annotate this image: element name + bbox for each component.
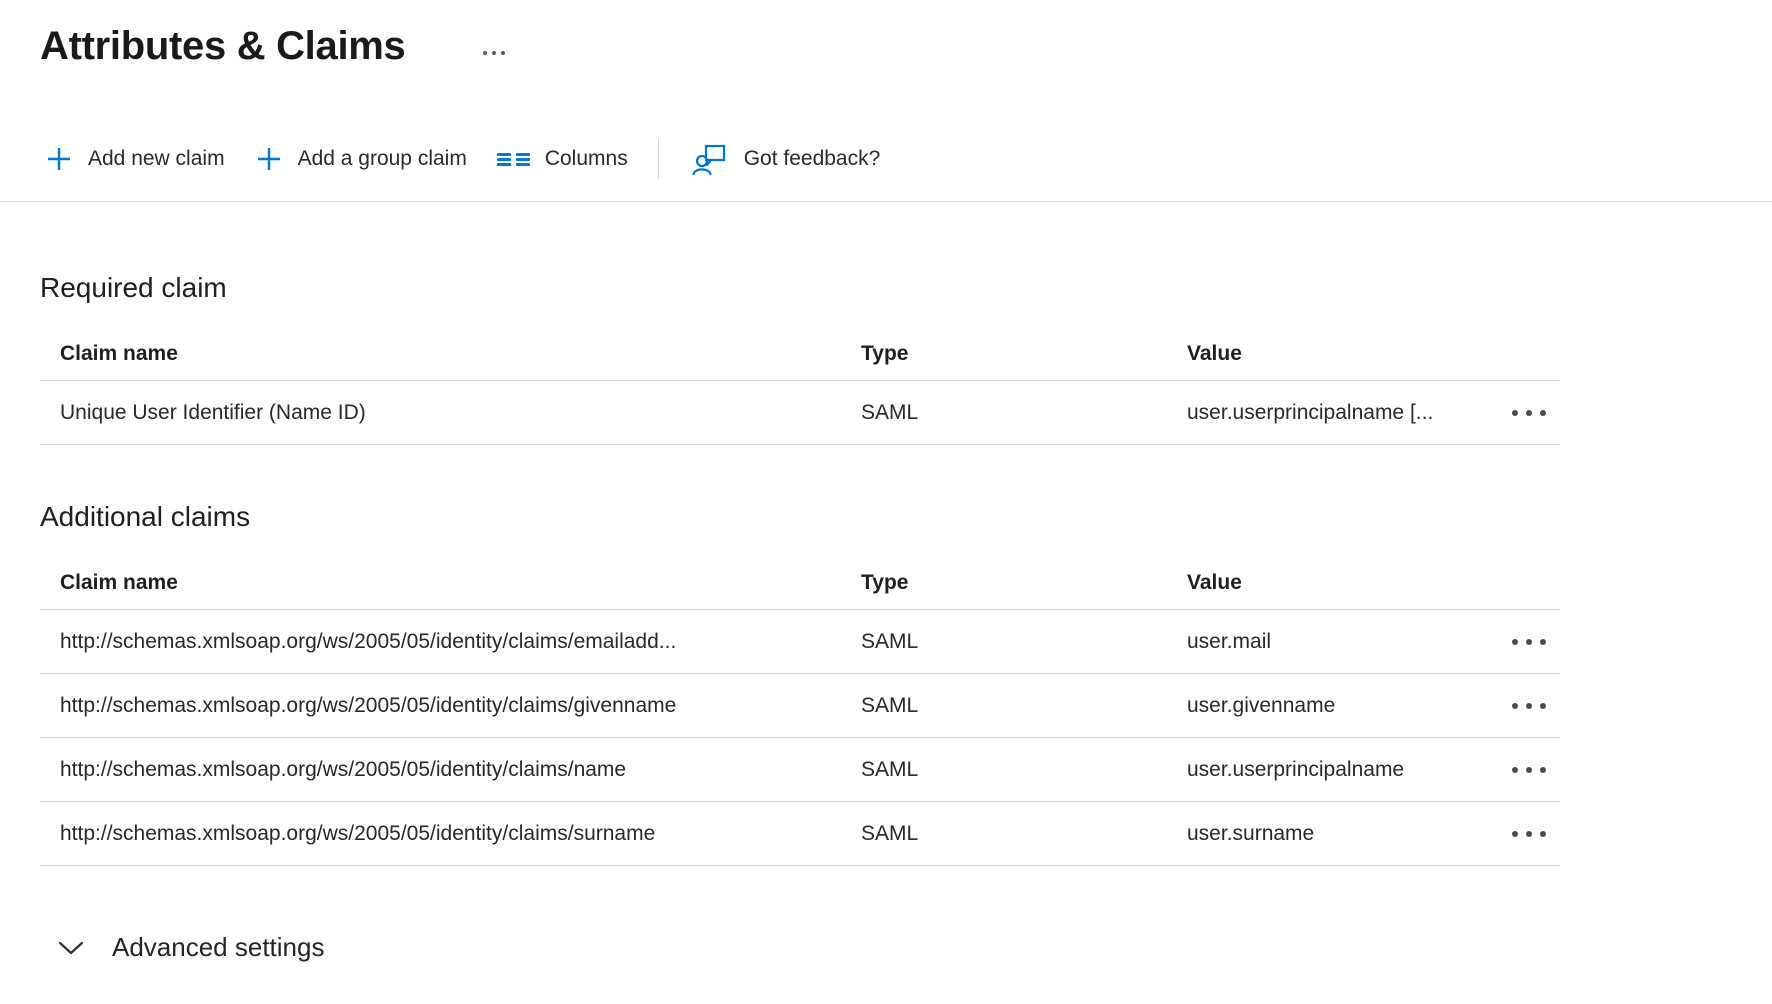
claim-name-cell: http://schemas.xmlsoap.org/ws/2005/05/id… xyxy=(40,694,861,718)
table-header-row: Claim name Type Value xyxy=(40,328,1560,381)
row-menu-button[interactable] xyxy=(1508,697,1550,715)
columns-button[interactable]: Columns xyxy=(497,147,628,171)
got-feedback-button[interactable]: Got feedback? xyxy=(689,139,881,179)
advanced-settings-toggle[interactable]: Advanced settings xyxy=(58,932,1772,963)
more-options-icon xyxy=(501,51,505,55)
required-claims-table: Claim name Type Value Unique User Identi… xyxy=(40,328,1560,445)
ellipsis-icon xyxy=(1512,767,1518,773)
claim-type-cell: SAML xyxy=(861,401,1187,425)
claim-type-cell: SAML xyxy=(861,630,1187,654)
row-menu-button[interactable] xyxy=(1508,633,1550,651)
table-row[interactable]: Unique User Identifier (Name ID) SAML us… xyxy=(40,381,1560,445)
feedback-person-icon xyxy=(689,139,729,179)
ellipsis-icon xyxy=(1512,831,1518,837)
column-header-claim-name: Claim name xyxy=(40,342,861,366)
claim-type-cell: SAML xyxy=(861,694,1187,718)
claim-value-cell: user.mail xyxy=(1187,630,1500,654)
claim-value-cell: user.givenname xyxy=(1187,694,1500,718)
add-new-claim-button[interactable]: Add new claim xyxy=(45,145,225,173)
columns-label: Columns xyxy=(545,147,628,171)
advanced-settings-label: Advanced settings xyxy=(112,932,324,963)
columns-icon xyxy=(497,153,530,166)
more-options-icon xyxy=(492,51,496,55)
ellipsis-icon xyxy=(1512,410,1518,416)
row-menu-button[interactable] xyxy=(1508,761,1550,779)
page-title: Attributes & Claims xyxy=(40,18,405,74)
claim-name-cell: http://schemas.xmlsoap.org/ws/2005/05/id… xyxy=(40,822,861,846)
add-group-claim-label: Add a group claim xyxy=(298,147,467,171)
claim-name-cell: http://schemas.xmlsoap.org/ws/2005/05/id… xyxy=(40,630,861,654)
row-menu-button[interactable] xyxy=(1508,404,1550,422)
claim-name-cell: Unique User Identifier (Name ID) xyxy=(40,401,861,425)
plus-icon xyxy=(255,145,283,173)
more-options-button[interactable] xyxy=(479,47,509,59)
plus-icon xyxy=(45,145,73,173)
additional-claims-table: Claim name Type Value http://schemas.xml… xyxy=(40,557,1560,866)
toolbar-divider xyxy=(658,139,659,179)
claim-type-cell: SAML xyxy=(861,758,1187,782)
column-header-value: Value xyxy=(1187,342,1500,366)
ellipsis-icon xyxy=(1512,703,1518,709)
column-header-type: Type xyxy=(861,571,1187,595)
claim-type-cell: SAML xyxy=(861,822,1187,846)
chevron-down-icon xyxy=(58,940,84,956)
claim-value-cell: user.userprincipalname [... xyxy=(1187,401,1500,425)
row-menu-button[interactable] xyxy=(1508,825,1550,843)
claim-value-cell: user.surname xyxy=(1187,822,1500,846)
claim-value-cell: user.userprincipalname xyxy=(1187,758,1500,782)
got-feedback-label: Got feedback? xyxy=(744,147,881,171)
add-group-claim-button[interactable]: Add a group claim xyxy=(255,145,467,173)
add-new-claim-label: Add new claim xyxy=(88,147,225,171)
command-bar: Add new claim Add a group claim Columns … xyxy=(0,136,1772,202)
table-row[interactable]: http://schemas.xmlsoap.org/ws/2005/05/id… xyxy=(40,674,1560,738)
ellipsis-icon xyxy=(1512,639,1518,645)
table-row[interactable]: http://schemas.xmlsoap.org/ws/2005/05/id… xyxy=(40,738,1560,802)
more-options-icon xyxy=(483,51,487,55)
required-claim-heading: Required claim xyxy=(40,272,1772,304)
claim-name-cell: http://schemas.xmlsoap.org/ws/2005/05/id… xyxy=(40,758,861,782)
table-row[interactable]: http://schemas.xmlsoap.org/ws/2005/05/id… xyxy=(40,802,1560,866)
column-header-claim-name: Claim name xyxy=(40,571,861,595)
page-header: Attributes & Claims xyxy=(0,0,1772,74)
table-row[interactable]: http://schemas.xmlsoap.org/ws/2005/05/id… xyxy=(40,610,1560,674)
table-header-row: Claim name Type Value xyxy=(40,557,1560,610)
column-header-type: Type xyxy=(861,342,1187,366)
column-header-value: Value xyxy=(1187,571,1500,595)
additional-claims-heading: Additional claims xyxy=(40,501,1772,533)
